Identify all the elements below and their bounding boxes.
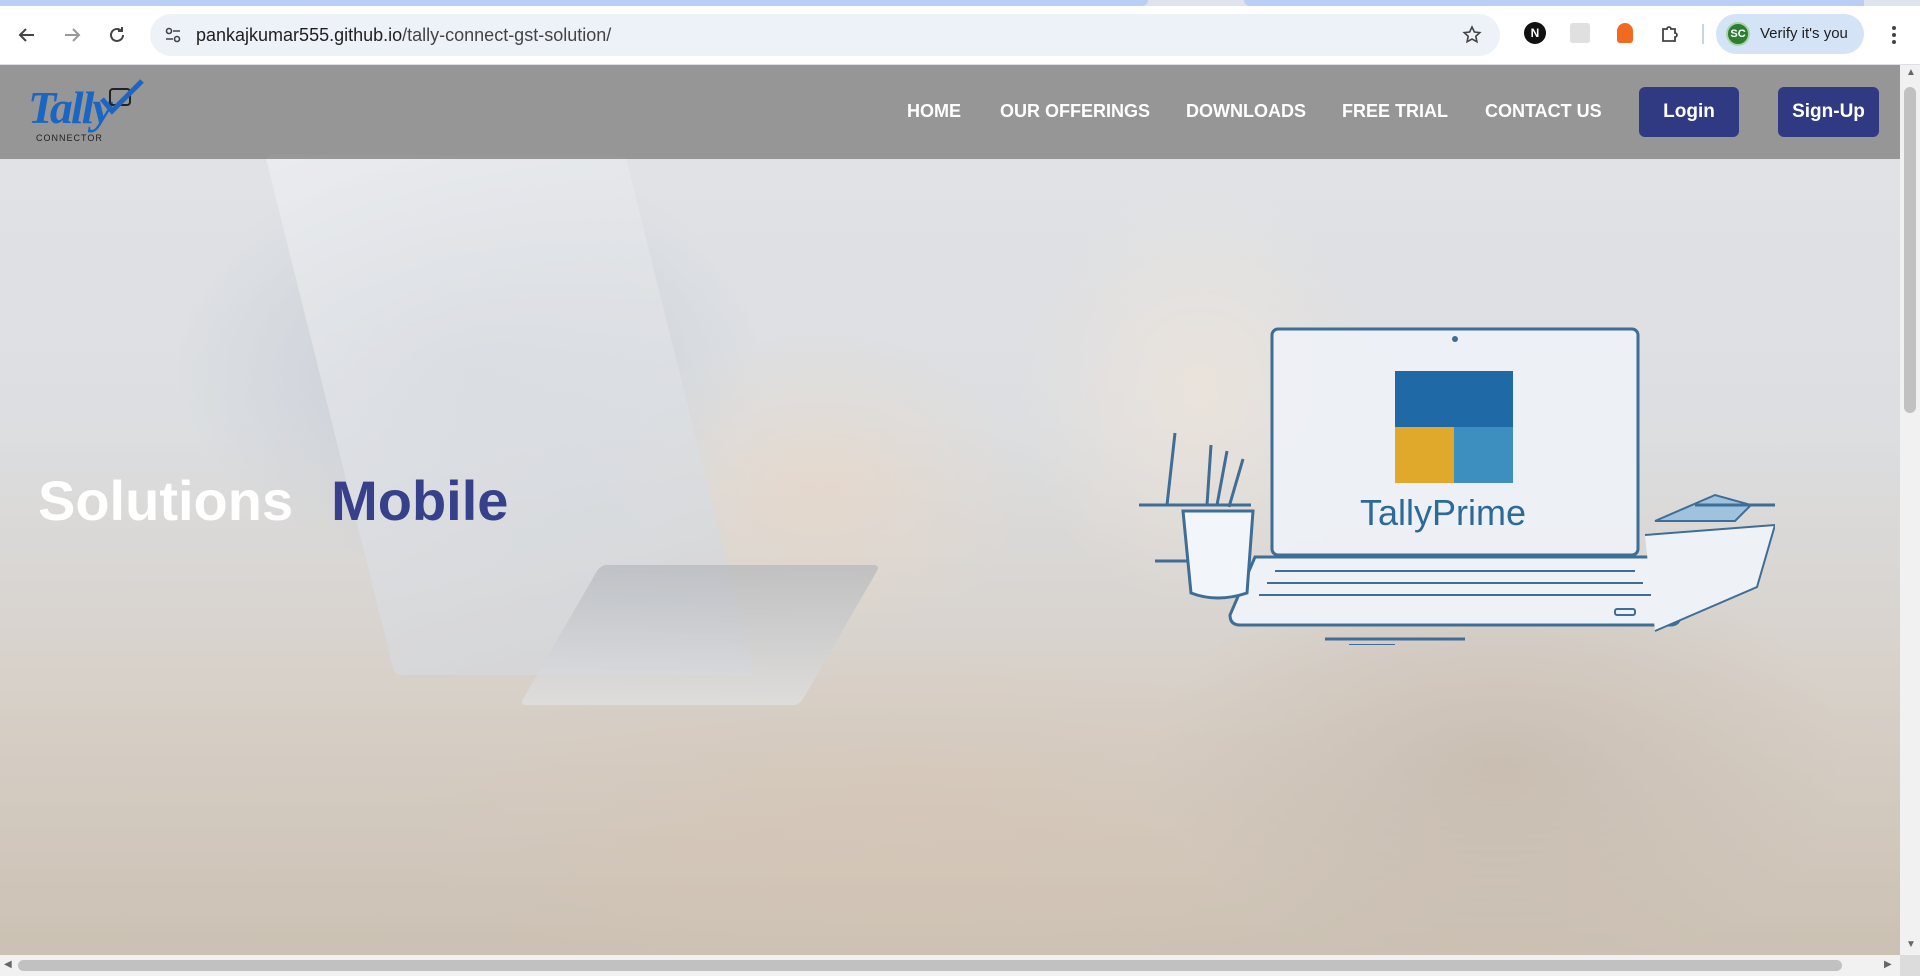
tab-strip-segment [0, 0, 1148, 6]
hero-headline: Solutions Mobile [38, 468, 508, 533]
scroll-up-arrow-icon[interactable]: ▲ [1906, 67, 1916, 78]
hero-word-solutions: Solutions [38, 469, 294, 532]
url-host: pankajkumar555.github.io [196, 25, 403, 45]
verify-label: Verify it's you [1760, 25, 1848, 42]
tab-strip [0, 0, 1920, 6]
logo-subtitle: CONNECTOR [36, 133, 103, 143]
scroll-down-arrow-icon[interactable]: ▼ [1906, 939, 1916, 950]
nav-our-offerings[interactable]: OUR OFFERINGS [1000, 101, 1150, 122]
nav-contact-us[interactable]: CONTACT US [1485, 101, 1602, 122]
signup-button[interactable]: Sign-Up [1778, 87, 1879, 137]
hero-word-mobile: Mobile [331, 469, 509, 532]
tallyprime-laptop-illustration: TallyPrime [1139, 327, 1775, 645]
back-button[interactable] [9, 17, 45, 53]
address-bar[interactable]: pankajkumar555.github.io/tally-connect-g… [150, 14, 1500, 56]
site-settings-icon[interactable] [164, 26, 182, 44]
site-logo[interactable]: Tally CONNECTOR [24, 77, 148, 149]
extension-gray-icon[interactable] [1567, 20, 1593, 46]
avatar: SC [1726, 22, 1750, 46]
notion-icon[interactable]: N [1522, 20, 1548, 46]
vertical-scrollbar[interactable]: ▲ ▼ [1900, 65, 1920, 955]
site-header: Tally CONNECTOR HOME OUR OFFERINGS DOWNL… [0, 65, 1900, 159]
toolbar-divider [1702, 24, 1704, 44]
forward-arrow-icon [65, 28, 81, 42]
puzzle-icon[interactable] [1657, 20, 1683, 46]
logo-check-icon [100, 79, 144, 115]
login-button[interactable]: Login [1639, 87, 1739, 137]
reload-button[interactable] [99, 17, 135, 53]
bookmark-star-icon[interactable] [1462, 25, 1482, 45]
scroll-right-arrow-icon[interactable]: ▶ [1884, 959, 1892, 970]
back-arrow-icon [18, 28, 34, 42]
vertical-scroll-thumb[interactable] [1904, 87, 1916, 413]
nav-home[interactable]: HOME [907, 101, 961, 122]
nav-free-trial[interactable]: FREE TRIAL [1342, 101, 1448, 122]
url-path: /tally-connect-gst-solution/ [402, 25, 612, 45]
product-name: TallyPrime [1360, 492, 1526, 533]
forward-button[interactable] [54, 17, 90, 53]
kebab-menu-icon [1892, 26, 1896, 44]
url-text: pankajkumar555.github.io/tally-connect-g… [196, 25, 611, 46]
reload-icon [110, 27, 124, 42]
browser-toolbar: pankajkumar555.github.io/tally-connect-g… [0, 0, 1920, 65]
scroll-left-arrow-icon[interactable]: ◀ [4, 959, 12, 970]
tab-strip-segment [1244, 0, 1864, 6]
horizontal-scroll-thumb[interactable] [18, 960, 1842, 971]
browser-menu-button[interactable] [1876, 17, 1912, 53]
extension-orange-icon[interactable] [1612, 20, 1638, 46]
page-viewport: Tally CONNECTOR HOME OUR OFFERINGS DOWNL… [0, 65, 1900, 955]
verify-profile-chip[interactable]: SC Verify it's you [1716, 14, 1864, 54]
scrollbar-corner [1900, 955, 1920, 976]
horizontal-scrollbar[interactable]: ◀ ▶ [0, 955, 1900, 976]
nav-downloads[interactable]: DOWNLOADS [1186, 101, 1306, 122]
